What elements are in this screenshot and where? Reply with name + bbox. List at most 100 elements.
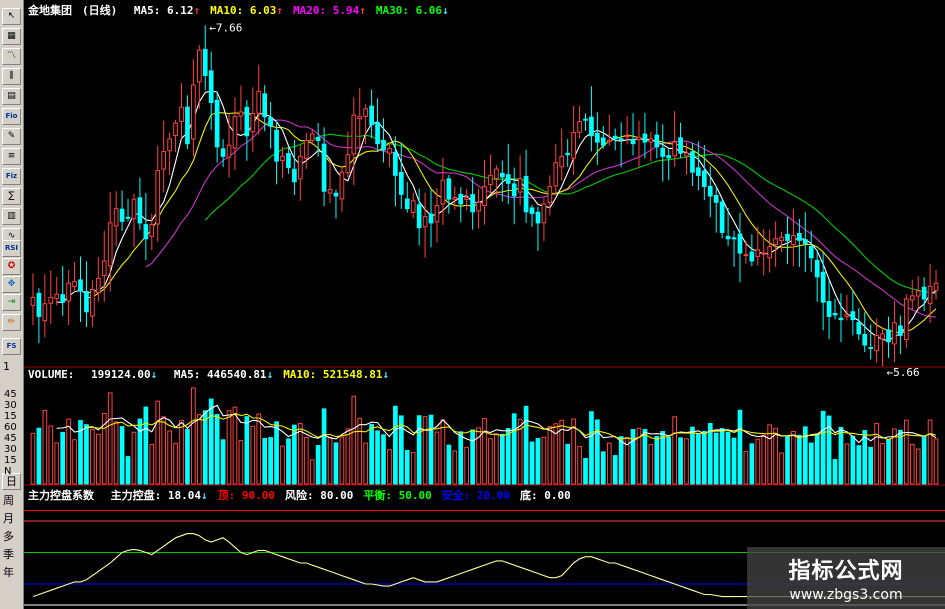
candle bbox=[107, 222, 113, 267]
stamp-icon[interactable]: ✪ bbox=[2, 258, 21, 275]
candle bbox=[767, 246, 773, 259]
table-icon[interactable]: ▦ bbox=[2, 28, 21, 45]
candle bbox=[327, 189, 333, 194]
volume-bar bbox=[238, 440, 244, 485]
candle bbox=[36, 292, 42, 317]
candle bbox=[167, 138, 172, 152]
rsi-button[interactable]: RSI bbox=[2, 240, 21, 257]
volume-bar bbox=[814, 433, 820, 485]
scale-label-1: 1 bbox=[3, 360, 10, 373]
period-quarter-button[interactable]: 季 bbox=[3, 546, 14, 562]
list-icon[interactable]: ≡ bbox=[2, 148, 21, 165]
candle bbox=[125, 216, 131, 219]
ma-legend-item: MA30: 6.06 bbox=[375, 4, 443, 17]
volume-bar bbox=[511, 413, 517, 485]
pencil-icon[interactable]: ✏ bbox=[2, 314, 21, 331]
volume-ma-arrow: ↓ bbox=[266, 368, 274, 381]
candle bbox=[701, 170, 707, 187]
candle bbox=[375, 122, 380, 145]
candle bbox=[48, 296, 54, 304]
period-multi-button[interactable]: 多 bbox=[3, 528, 14, 544]
candle bbox=[244, 106, 250, 137]
volume-bar bbox=[440, 419, 446, 485]
period-year-button[interactable]: 年 bbox=[3, 564, 14, 580]
volume-bar bbox=[452, 450, 458, 485]
candle bbox=[856, 322, 862, 335]
candle bbox=[226, 144, 232, 158]
candle bbox=[214, 99, 220, 148]
candle bbox=[220, 148, 226, 157]
candle bbox=[434, 204, 440, 223]
volume-bar bbox=[90, 429, 95, 485]
volume-bar bbox=[464, 446, 470, 485]
candle bbox=[909, 295, 915, 301]
candle bbox=[286, 153, 291, 168]
indicator-field: 安全: 20.00 bbox=[441, 489, 511, 502]
grid-icon[interactable]: ▤ bbox=[2, 88, 21, 105]
volume-bar bbox=[416, 415, 422, 485]
volume-bar bbox=[143, 406, 149, 485]
candle bbox=[773, 238, 778, 245]
candle bbox=[666, 155, 672, 159]
volume-axis-label: 30 bbox=[4, 444, 17, 455]
period-week-button[interactable]: 周 bbox=[3, 492, 14, 508]
candle bbox=[696, 167, 701, 176]
volume-bar bbox=[672, 416, 677, 485]
volume-arrow: ↓ bbox=[150, 368, 158, 381]
volume-axis-label: 15 bbox=[4, 455, 17, 466]
candle bbox=[600, 137, 606, 146]
candle bbox=[654, 134, 660, 148]
candle bbox=[737, 233, 743, 254]
volume-bar bbox=[927, 419, 933, 485]
volume-bar bbox=[488, 438, 493, 485]
volume-ma10-line bbox=[86, 412, 937, 441]
candle bbox=[185, 106, 190, 145]
volume-bar bbox=[612, 455, 618, 485]
volume-bar bbox=[749, 443, 755, 485]
candle bbox=[844, 314, 850, 318]
volume-bar bbox=[286, 438, 291, 485]
fs-button[interactable]: FS bbox=[2, 338, 21, 355]
candle bbox=[161, 151, 167, 170]
candle bbox=[404, 198, 410, 210]
volume-header: VOLUME: 199124.00↓ MA5: 446540.81↓ MA10: … bbox=[28, 368, 409, 381]
candlestick-icon[interactable]: ⫼ bbox=[2, 68, 21, 85]
candle bbox=[309, 133, 315, 141]
volume-bar bbox=[606, 442, 612, 485]
candle bbox=[393, 151, 398, 176]
pointer-icon[interactable]: ↖ bbox=[2, 8, 21, 25]
candle bbox=[72, 281, 77, 287]
fio-button[interactable]: Fio bbox=[2, 108, 21, 125]
candle bbox=[826, 301, 832, 317]
volume-bar bbox=[844, 443, 850, 485]
candle bbox=[511, 183, 517, 197]
candle bbox=[339, 171, 345, 200]
export-icon[interactable]: ⇥ bbox=[2, 294, 21, 311]
candle bbox=[280, 155, 285, 162]
bars-icon[interactable]: ▥ bbox=[2, 208, 21, 225]
stock-name: 金地集团 bbox=[28, 4, 72, 17]
volume-bar bbox=[54, 442, 60, 485]
volume-bar bbox=[48, 425, 54, 485]
candle bbox=[250, 113, 256, 133]
candle bbox=[363, 108, 369, 117]
move-icon[interactable]: ✥ bbox=[2, 276, 21, 293]
volume-bar bbox=[137, 418, 143, 485]
volume-bar bbox=[719, 428, 725, 485]
indicator-field: 底: 0.00 bbox=[520, 489, 571, 502]
volume-bar bbox=[600, 451, 606, 485]
line-chart-icon[interactable]: 〽 bbox=[2, 48, 21, 65]
stock-chart[interactable]: ←7.66 ←5.66 bbox=[24, 0, 945, 609]
notes-icon[interactable]: ✎ bbox=[2, 128, 21, 145]
volume-axis-label: 45 bbox=[4, 389, 17, 400]
period-month-button[interactable]: 月 bbox=[3, 510, 14, 526]
formula-icon[interactable]: ∑ bbox=[2, 188, 21, 205]
volume-bar bbox=[856, 445, 862, 485]
fiz-button[interactable]: Fiz bbox=[2, 168, 21, 185]
volume-bar bbox=[387, 449, 392, 485]
candle bbox=[149, 223, 155, 237]
volume-bar bbox=[345, 428, 351, 485]
candle bbox=[684, 152, 689, 157]
candle bbox=[262, 93, 268, 118]
volume-bar bbox=[909, 443, 915, 485]
